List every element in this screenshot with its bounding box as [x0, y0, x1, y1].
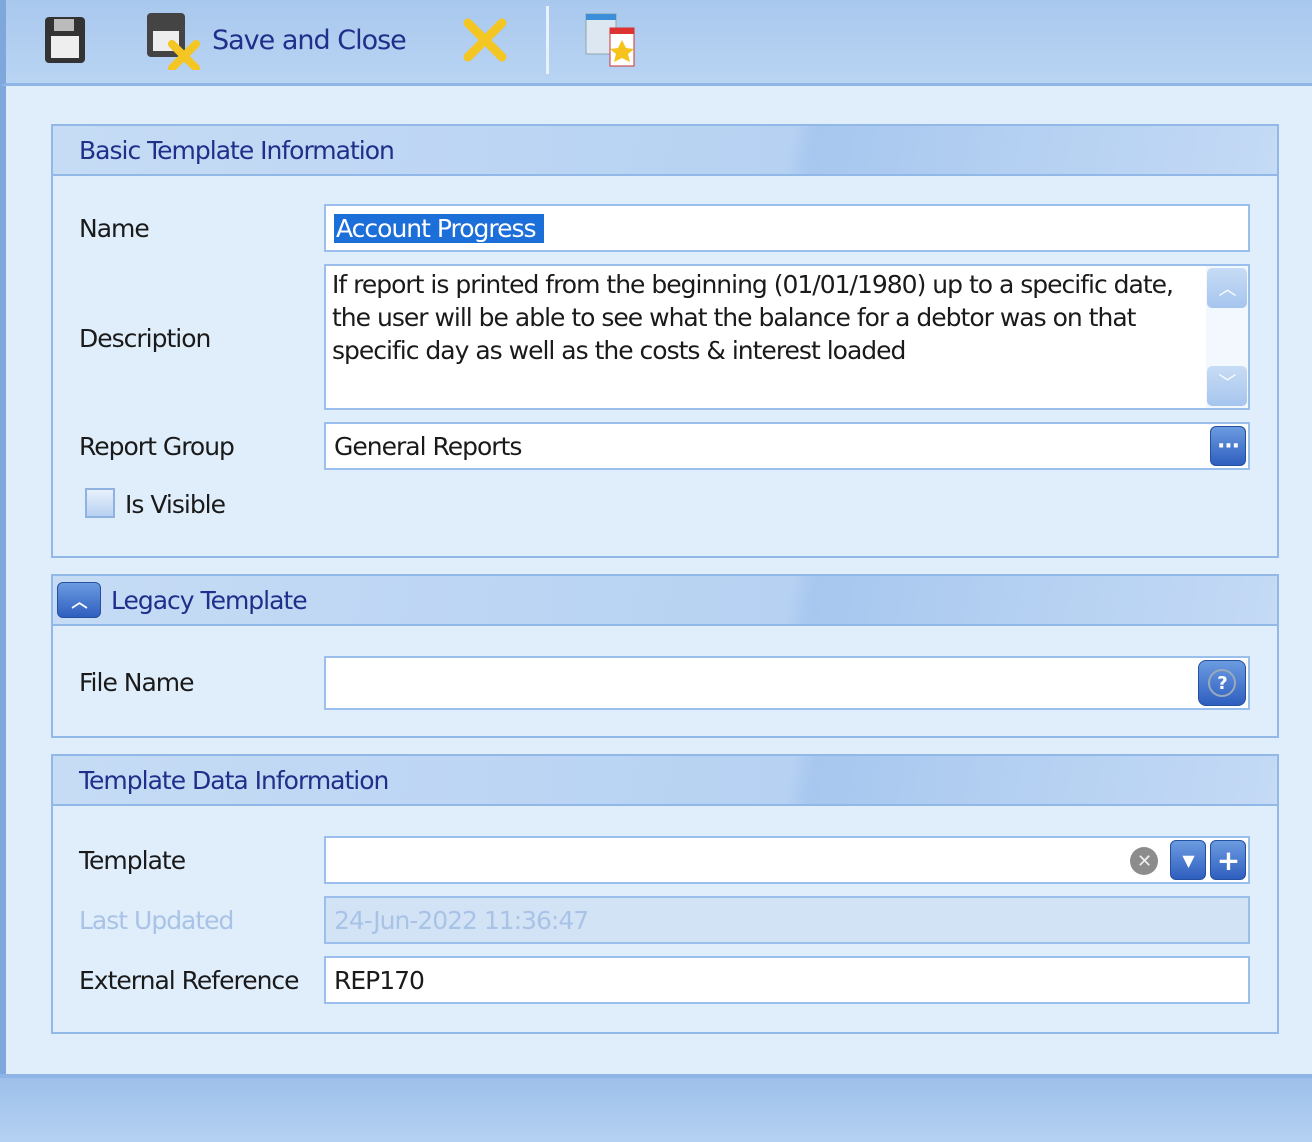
template-label: Template	[79, 846, 186, 875]
file-name-input[interactable]: ?	[324, 656, 1250, 710]
save-button[interactable]	[42, 10, 88, 70]
name-input[interactable]: Account Progress	[324, 204, 1250, 252]
external-reference-value: REP170	[334, 965, 425, 995]
help-button[interactable]: ?	[1198, 660, 1246, 706]
ellipsis-button[interactable]: ···	[1210, 426, 1246, 466]
save-icon	[45, 17, 85, 63]
add-button[interactable]: +	[1210, 840, 1246, 880]
last-updated-input: 24-Jun-2022 11:36:47	[324, 896, 1250, 944]
legacy-title: Legacy Template	[111, 585, 308, 615]
report-group-input[interactable]: General Reports ···	[324, 422, 1250, 470]
form-content: Basic Template Information Name Account …	[0, 86, 1312, 1074]
scroll-up-icon[interactable]: ︿	[1207, 268, 1247, 308]
description-textarea[interactable]: If report is printed from the beginning …	[324, 264, 1250, 410]
help-icon: ?	[1208, 669, 1236, 697]
name-label: Name	[79, 214, 150, 243]
toolbar-separator	[546, 6, 549, 74]
external-reference-input[interactable]: REP170	[324, 956, 1250, 1004]
plus-icon: +	[1216, 843, 1240, 877]
save-close-icon	[147, 13, 200, 70]
cancel-button[interactable]	[460, 10, 510, 70]
ellipsis-icon: ···	[1216, 433, 1240, 459]
is-visible-checkbox[interactable]	[85, 488, 115, 518]
scroll-down-icon[interactable]: ﹀	[1207, 366, 1247, 406]
chevron-up-icon: ︿	[71, 592, 87, 611]
report-group-label: Report Group	[79, 432, 235, 461]
toolbar: Save and Close	[0, 0, 1312, 86]
collapse-button[interactable]: ︿	[57, 582, 101, 618]
group-header: ︿ Legacy Template	[53, 576, 1277, 626]
template-data-group: Template Data Information Template ✕ ▼ +…	[51, 754, 1279, 1034]
report-designer-button[interactable]	[584, 10, 638, 70]
status-bar	[0, 1074, 1312, 1142]
is-visible-label: Is Visible	[125, 490, 226, 519]
basic-template-group: Basic Template Information Name Account …	[51, 124, 1279, 558]
description-label: Description	[79, 324, 211, 353]
file-name-label: File Name	[79, 668, 195, 697]
save-and-close-label: Save and Close	[212, 24, 407, 56]
report-group-value: General Reports	[334, 431, 522, 461]
external-reference-label: External Reference	[79, 966, 300, 995]
group-header: Template Data Information	[53, 756, 1277, 806]
dropdown-button[interactable]: ▼	[1170, 840, 1206, 880]
last-updated-value: 24-Jun-2022 11:36:47	[334, 905, 589, 935]
template-input[interactable]: ✕ ▼ +	[324, 836, 1250, 884]
save-and-close-button[interactable]: Save and Close	[144, 10, 407, 70]
last-updated-label: Last Updated	[79, 906, 234, 935]
close-icon	[463, 18, 507, 62]
clear-icon[interactable]: ✕	[1130, 847, 1158, 875]
group-header: Basic Template Information	[53, 126, 1277, 176]
description-value: If report is printed from the beginning …	[332, 270, 1174, 365]
legacy-template-group: ︿ Legacy Template File Name ?	[51, 574, 1279, 738]
report-designer-icon	[585, 13, 635, 67]
name-value: Account Progress	[334, 213, 544, 243]
description-scrollbar[interactable]: ︿ ﹀	[1206, 266, 1248, 408]
caret-down-icon: ▼	[1182, 850, 1194, 870]
